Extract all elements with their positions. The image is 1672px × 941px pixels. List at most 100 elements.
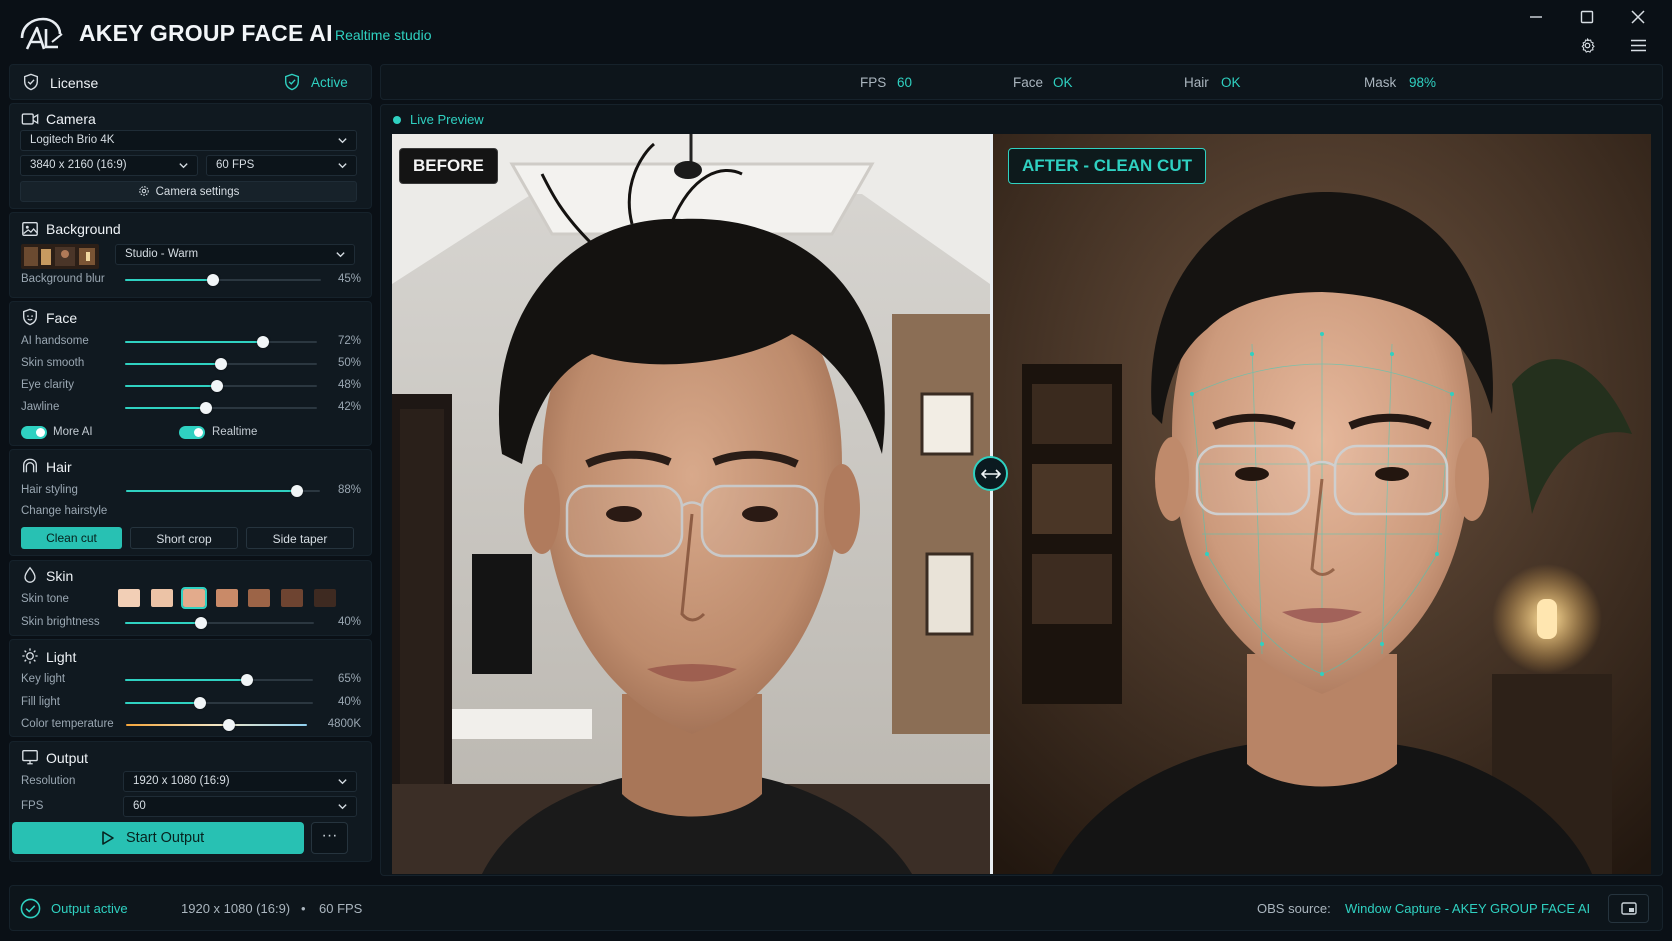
realtime-toggle[interactable] bbox=[179, 426, 205, 439]
camera-title: Camera bbox=[46, 111, 96, 127]
hair-styling-slider[interactable] bbox=[126, 484, 320, 498]
hair-stat-label: Hair bbox=[1184, 75, 1209, 90]
compare-slider-handle[interactable] bbox=[973, 456, 1008, 491]
title-bar: AKEY GROUP FACE AI Realtime studio bbox=[0, 0, 1672, 62]
background-blur-label: Background blur bbox=[21, 273, 105, 285]
app-logo-icon bbox=[20, 17, 63, 50]
skin-tone-swatch[interactable] bbox=[313, 589, 336, 607]
skin-title: Skin bbox=[46, 568, 74, 584]
close-button[interactable] bbox=[1626, 5, 1650, 29]
ai-handsome-value: 72% bbox=[337, 335, 361, 347]
more-ai-label: More AI bbox=[53, 426, 93, 438]
background-preset-select[interactable]: Studio - Warm bbox=[115, 244, 355, 265]
fill-light-slider[interactable] bbox=[125, 696, 313, 710]
maximize-button[interactable] bbox=[1575, 5, 1599, 29]
footer-fps: 60 FPS bbox=[319, 901, 363, 916]
hair-icon bbox=[23, 458, 37, 473]
before-tag: BEFORE bbox=[399, 148, 498, 184]
license-status: Active bbox=[311, 75, 348, 90]
screen-capture-icon bbox=[1620, 902, 1637, 915]
start-output-label: Start Output bbox=[126, 830, 205, 846]
window-capture-button[interactable] bbox=[1608, 894, 1649, 923]
output-fps-value: 60 bbox=[133, 800, 146, 812]
skin-brightness-value: 40% bbox=[337, 616, 361, 628]
after-tag: AFTER - CLEAN CUT bbox=[1008, 148, 1206, 184]
menu-button[interactable] bbox=[1626, 33, 1650, 57]
background-title: Background bbox=[46, 221, 121, 237]
background-blur-slider[interactable] bbox=[125, 273, 321, 287]
footer-separator: • bbox=[301, 901, 306, 916]
compare-divider[interactable] bbox=[990, 134, 993, 874]
camera-icon bbox=[21, 113, 39, 125]
light-panel: Light Key light 65% Fill light 40% Color… bbox=[9, 639, 372, 737]
skin-tone-swatch[interactable] bbox=[215, 589, 238, 607]
app-title: AKEY GROUP FACE AI bbox=[79, 20, 333, 46]
color-temperature-value: 4800K bbox=[327, 718, 361, 730]
hair-styling-label: Hair styling bbox=[21, 484, 78, 496]
skin-smooth-label: Skin smooth bbox=[21, 357, 85, 369]
ai-handsome-label: AI handsome bbox=[21, 335, 89, 347]
skin-tone-swatch[interactable] bbox=[150, 589, 173, 607]
obs-source-label: OBS source: bbox=[1257, 901, 1331, 916]
live-indicator-dot bbox=[393, 116, 401, 124]
ai-handsome-slider[interactable] bbox=[125, 335, 317, 349]
hair-stat-value: OK bbox=[1221, 75, 1241, 90]
arrows-horizontal-icon bbox=[980, 468, 1001, 479]
camera-device-select[interactable]: Logitech Brio 4K bbox=[20, 130, 357, 151]
eye-clarity-label: Eye clarity bbox=[21, 379, 75, 391]
sun-icon bbox=[22, 648, 38, 664]
settings-button[interactable] bbox=[1575, 33, 1599, 57]
output-active-status: Output active bbox=[51, 901, 128, 916]
hairstyle-side-taper-button[interactable]: Side taper bbox=[246, 527, 354, 549]
camera-fps-select[interactable]: 60 FPS bbox=[206, 155, 357, 176]
skin-brightness-slider[interactable] bbox=[125, 616, 314, 630]
skin-tone-swatch[interactable] bbox=[281, 589, 303, 607]
face-panel: Face AI handsome 72% Skin smooth 50% Eye… bbox=[9, 301, 372, 446]
face-stat-label: Face bbox=[1013, 75, 1044, 90]
realtime-label: Realtime bbox=[212, 426, 258, 438]
hairstyle-clean-cut-button[interactable]: Clean cut bbox=[21, 527, 122, 549]
gear-icon bbox=[138, 186, 149, 196]
mask-stat-value: 98% bbox=[1409, 75, 1437, 90]
skin-brightness-label: Skin brightness bbox=[21, 616, 100, 628]
hair-title: Hair bbox=[46, 459, 72, 475]
skin-tone-swatch[interactable] bbox=[118, 589, 140, 607]
more-ai-toggle[interactable] bbox=[21, 426, 47, 439]
background-panel: Background Studio - Warm Background blur… bbox=[9, 212, 372, 298]
output-fps-select[interactable]: 60 bbox=[123, 796, 357, 817]
jawline-slider[interactable] bbox=[125, 401, 317, 415]
output-resolution-select[interactable]: 1920 x 1080 (16:9) bbox=[123, 771, 357, 792]
face-title: Face bbox=[46, 310, 78, 326]
jawline-label: Jawline bbox=[21, 401, 60, 413]
start-output-button[interactable]: Start Output bbox=[12, 822, 304, 854]
more-options-button[interactable]: ··· bbox=[311, 822, 348, 854]
shield-icon bbox=[24, 73, 38, 91]
background-thumbnail[interactable] bbox=[21, 244, 99, 269]
hair-styling-value: 88% bbox=[337, 484, 361, 496]
maximize-icon bbox=[1580, 10, 1594, 24]
hamburger-menu-icon bbox=[1630, 39, 1646, 51]
key-light-slider[interactable] bbox=[125, 673, 313, 687]
chevron-down-icon bbox=[338, 163, 347, 169]
output-resolution-value: 1920 x 1080 (16:9) bbox=[133, 775, 230, 787]
status-bar: Output active 1920 x 1080 (16:9) • 60 FP… bbox=[9, 885, 1663, 931]
chevron-down-icon bbox=[338, 779, 347, 785]
skin-tone-swatch[interactable] bbox=[181, 587, 208, 609]
camera-resolution-select[interactable]: 3840 x 2160 (16:9) bbox=[20, 155, 198, 176]
eye-clarity-slider[interactable] bbox=[125, 379, 317, 393]
camera-settings-button[interactable]: Camera settings bbox=[20, 181, 357, 202]
camera-panel: Camera Logitech Brio 4K 3840 x 2160 (16:… bbox=[9, 103, 372, 209]
after-image bbox=[992, 134, 1651, 874]
camera-fps-value: 60 FPS bbox=[216, 159, 255, 171]
output-resolution-label: Resolution bbox=[21, 775, 76, 787]
camera-resolution-value: 3840 x 2160 (16:9) bbox=[30, 159, 127, 171]
color-temperature-slider[interactable] bbox=[126, 718, 307, 732]
skin-tone-swatch[interactable] bbox=[248, 589, 271, 607]
output-title: Output bbox=[46, 750, 89, 766]
fps-stat-label: FPS bbox=[860, 75, 887, 90]
skin-smooth-slider[interactable] bbox=[125, 357, 317, 371]
stats-bar: FPS 60 Face OK Hair OK Mask 98% bbox=[380, 64, 1663, 100]
output-fps-label: FPS bbox=[21, 800, 44, 812]
minimize-button[interactable] bbox=[1524, 5, 1548, 29]
hairstyle-short-crop-button[interactable]: Short crop bbox=[130, 527, 238, 549]
